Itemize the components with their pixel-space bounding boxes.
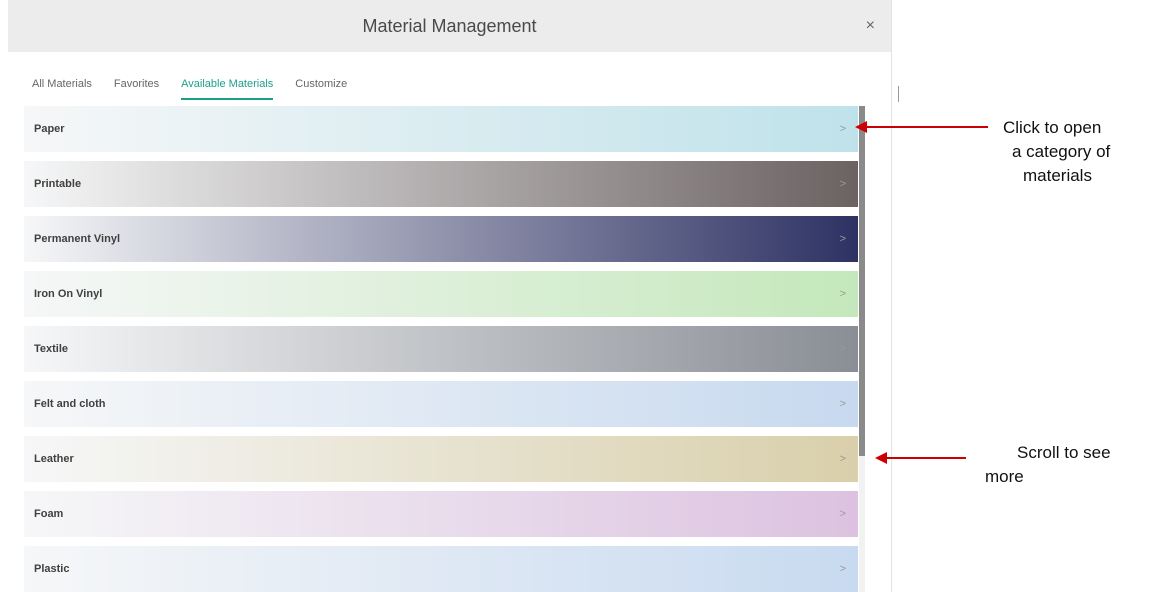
category-foam[interactable]: Foam > [24, 491, 858, 537]
annotation-open-line2: a category of [1012, 142, 1111, 161]
chevron-right-icon: > [839, 508, 846, 520]
category-plastic[interactable]: Plastic > [24, 546, 858, 592]
chevron-right-icon: > [839, 343, 846, 355]
divider [898, 86, 899, 102]
chevron-right-icon: > [839, 178, 846, 190]
category-list: Paper > Printable > Permanent Vinyl > Ir… [24, 106, 858, 592]
annotation-open-line1: Click to open [1003, 118, 1102, 137]
chevron-right-icon: > [839, 288, 846, 300]
category-label: Paper [34, 123, 65, 135]
category-permanent-vinyl[interactable]: Permanent Vinyl > [24, 216, 858, 262]
category-felt-and-cloth[interactable]: Felt and cloth > [24, 381, 858, 427]
category-label: Textile [34, 343, 69, 355]
category-label: Felt and cloth [34, 398, 106, 410]
category-iron-on-vinyl[interactable]: Iron On Vinyl > [24, 271, 858, 317]
category-leather[interactable]: Leather > [24, 436, 858, 482]
dialog-titlebar: Material Management × [8, 0, 891, 52]
chevron-right-icon: > [839, 233, 846, 245]
category-label: Permanent Vinyl [34, 233, 120, 245]
category-textile[interactable]: Textile > [24, 326, 858, 372]
category-label: Iron On Vinyl [34, 288, 103, 300]
tab-favorites[interactable]: Favorites [114, 78, 159, 100]
chevron-right-icon: > [839, 563, 846, 575]
tab-customize[interactable]: Customize [295, 78, 347, 100]
annotation-scroll-line2: more [985, 467, 1024, 486]
category-label: Foam [34, 508, 64, 520]
annotation-arrow-scroll [886, 457, 966, 459]
dialog-title: Material Management [362, 16, 537, 36]
tab-all-materials[interactable]: All Materials [32, 78, 92, 100]
chevron-right-icon: > [839, 453, 846, 465]
close-icon[interactable]: × [866, 0, 875, 52]
chevron-right-icon: > [839, 123, 846, 135]
chevron-right-icon: > [839, 398, 846, 410]
scrollbar-thumb[interactable] [859, 106, 865, 456]
category-label: Printable [34, 178, 82, 190]
annotation-scroll-line1: Scroll to see [1017, 443, 1111, 462]
category-label: Plastic [34, 563, 70, 575]
category-label: Leather [34, 453, 74, 465]
material-management-dialog: Material Management × All Materials Favo… [8, 0, 899, 592]
tab-available-materials[interactable]: Available Materials [181, 78, 274, 100]
category-printable[interactable]: Printable > [24, 161, 858, 207]
annotation-open-line3: materials [1023, 166, 1092, 185]
annotation-arrow-open [866, 126, 988, 128]
category-paper[interactable]: Paper > [24, 106, 858, 152]
material-tabs: All Materials Favorites Available Materi… [32, 78, 369, 100]
